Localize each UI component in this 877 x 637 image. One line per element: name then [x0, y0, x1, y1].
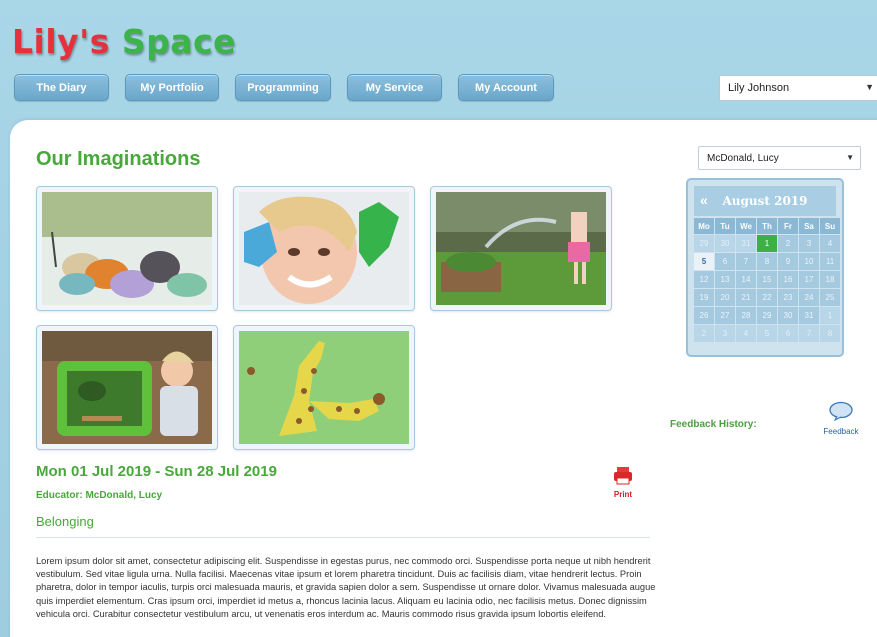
printer-icon [614, 467, 632, 485]
calendar-day[interactable]: 20 [715, 289, 735, 306]
calendar-day[interactable]: 3 [715, 325, 735, 342]
calendar-day[interactable]: 1 [820, 307, 840, 324]
calendar-day[interactable]: 27 [715, 307, 735, 324]
calendar-day[interactable]: 5 [757, 325, 777, 342]
calendar-day[interactable]: 29 [694, 235, 714, 252]
calendar-day[interactable]: 4 [820, 235, 840, 252]
toddler-play-tub-image [42, 331, 212, 444]
brand-part-2: Space [121, 22, 237, 61]
gallery-thumb-5[interactable] [233, 325, 415, 450]
calendar-day[interactable]: 8 [757, 253, 777, 270]
calendar-day[interactable]: 22 [757, 289, 777, 306]
calendar-day[interactable]: 31 [799, 307, 819, 324]
calendar-day[interactable]: 16 [778, 271, 798, 288]
calendar-day[interactable]: 31 [736, 235, 756, 252]
giraffe-handprint-image [239, 331, 409, 444]
entry-educator: Educator: McDonald, Lucy [36, 490, 163, 501]
calendar-header: « August 2019 [694, 186, 836, 216]
calendar-dow: Th [757, 218, 777, 234]
calendar-day[interactable]: 15 [757, 271, 777, 288]
calendar-dow: Sa [799, 218, 819, 234]
user-select[interactable]: Lily Johnson ▼ [719, 75, 877, 101]
painted-rocks-image [42, 192, 212, 305]
calendar-dow: Su [820, 218, 840, 234]
nav-the-diary[interactable]: The Diary [14, 74, 109, 101]
gallery-thumb-4[interactable] [36, 325, 218, 450]
calendar-day[interactable]: 14 [736, 271, 756, 288]
calendar-day[interactable]: 24 [799, 289, 819, 306]
dropdown-arrow-icon: ▼ [846, 153, 854, 162]
calendar-day[interactable]: 2 [778, 235, 798, 252]
calendar-day[interactable]: 30 [715, 235, 735, 252]
calendar-day[interactable]: 13 [715, 271, 735, 288]
child-select-value: McDonald, Lucy [707, 152, 779, 164]
feedback-link-text: Feedback [823, 427, 859, 436]
calendar-day[interactable]: 12 [694, 271, 714, 288]
calendar-day[interactable]: 21 [736, 289, 756, 306]
calendar-day[interactable]: 18 [820, 271, 840, 288]
feedback-history-label: Feedback History: [670, 419, 757, 430]
calendar-day[interactable]: 23 [778, 289, 798, 306]
brand-part-1: Lily's [12, 22, 110, 61]
nav-my-service[interactable]: My Service [347, 74, 442, 101]
calendar-day[interactable]: 3 [799, 235, 819, 252]
calendar-day[interactable]: 29 [757, 307, 777, 324]
page-title: Our Imaginations [36, 148, 201, 170]
calendar-day[interactable]: 2 [694, 325, 714, 342]
dropdown-arrow-icon: ▼ [865, 82, 874, 92]
nav-my-account[interactable]: My Account [458, 74, 554, 101]
nav-my-portfolio[interactable]: My Portfolio [125, 74, 219, 101]
user-select-value: Lily Johnson [728, 82, 790, 94]
calendar-day[interactable]: 8 [820, 325, 840, 342]
calendar-day[interactable]: 26 [694, 307, 714, 324]
calendar-dow: Fr [778, 218, 798, 234]
calendar-day[interactable]: 17 [799, 271, 819, 288]
speech-bubble-icon [829, 401, 853, 422]
calendar-dow: We [736, 218, 756, 234]
calendar-day[interactable]: 7 [736, 253, 756, 270]
calendar-day[interactable]: 28 [736, 307, 756, 324]
calendar-day[interactable]: 30 [778, 307, 798, 324]
calendar-day[interactable]: 6 [715, 253, 735, 270]
gallery-thumb-3[interactable] [430, 186, 612, 311]
app-root: Lily's Space The Diary My Portfolio Prog… [0, 0, 877, 637]
child-face-paint-image [239, 192, 409, 305]
entry-category: Belonging [36, 514, 94, 529]
print-button[interactable]: Print [608, 467, 638, 499]
calendar-prev-button[interactable]: « [700, 192, 708, 208]
calendar-grid: Mo Tu We Th Fr Sa Su 29 30 31 1 2 3 4 5 6 7 8 9 10 11 12 13 14 1… [694, 218, 840, 342]
divider [36, 537, 650, 538]
brand-logo[interactable]: Lily's Space [12, 22, 236, 61]
gallery-thumb-1[interactable] [36, 186, 218, 311]
main-nav: The Diary My Portfolio Programming My Se… [14, 74, 570, 101]
calendar-dow: Mo [694, 218, 714, 234]
calendar-day[interactable]: 7 [799, 325, 819, 342]
calendar-day[interactable]: 25 [820, 289, 840, 306]
calendar-month-label: August 2019 [722, 194, 808, 208]
gallery-thumb-2[interactable] [233, 186, 415, 311]
calendar-day[interactable]: 4 [736, 325, 756, 342]
child-select[interactable]: McDonald, Lucy ▼ [698, 146, 861, 170]
calendar-day[interactable]: 19 [694, 289, 714, 306]
print-label: Print [613, 490, 633, 499]
calendar-day[interactable]: 9 [778, 253, 798, 270]
entry-period-title: Mon 01 Jul 2019 - Sun 28 Jul 2019 [36, 463, 277, 480]
calendar: « August 2019 Mo Tu We Th Fr Sa Su 29 30 31 1 2 3 4 5 6… [686, 178, 844, 357]
calendar-day[interactable]: 5 [694, 253, 714, 270]
calendar-day[interactable]: 1 [757, 235, 777, 252]
calendar-day[interactable]: 10 [799, 253, 819, 270]
entry-body-text: Lorem ipsum dolor sit amet, consectetur … [36, 556, 656, 619]
calendar-day[interactable]: 11 [820, 253, 840, 270]
nav-programming[interactable]: Programming [235, 74, 331, 101]
calendar-day[interactable]: 6 [778, 325, 798, 342]
girl-watering-garden-image [436, 192, 606, 305]
feedback-button[interactable]: Feedback [819, 401, 863, 436]
calendar-dow: Tu [715, 218, 735, 234]
